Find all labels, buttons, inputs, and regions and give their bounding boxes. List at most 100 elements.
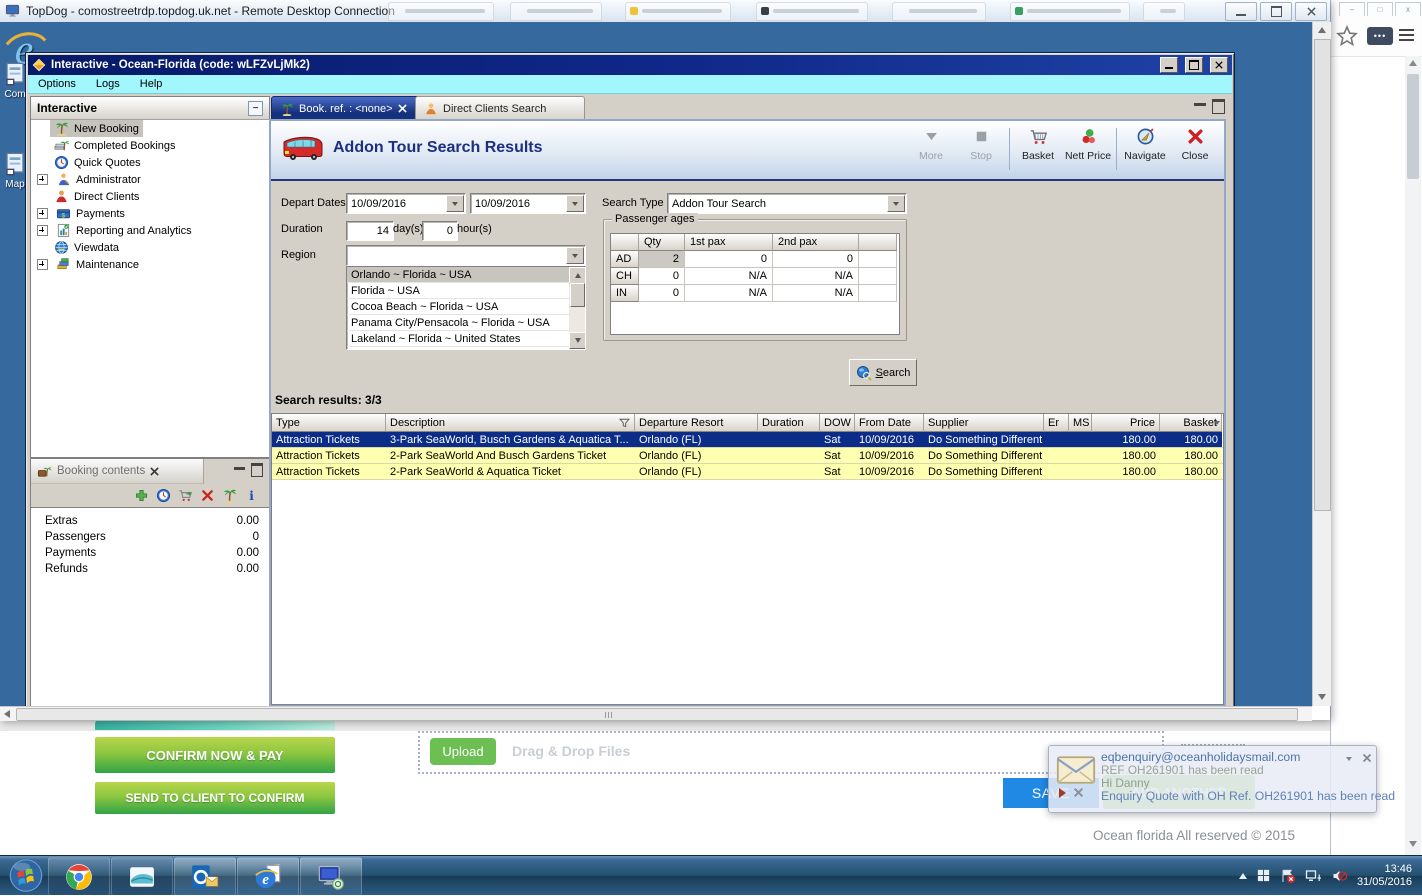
toolbar-navigate-button[interactable]: Navigate bbox=[1120, 127, 1170, 162]
tray-volume-muted-icon[interactable] bbox=[1331, 868, 1348, 884]
booking-contents-row-extras[interactable]: Extras 0.00 bbox=[31, 513, 269, 529]
workspace-maximize-icon[interactable] bbox=[1212, 99, 1225, 114]
bookmark-star-icon[interactable] bbox=[1335, 24, 1359, 48]
panel-minimize-icon[interactable] bbox=[234, 467, 245, 470]
col-dow[interactable]: DOW bbox=[820, 414, 855, 432]
start-button[interactable] bbox=[8, 858, 44, 893]
pax-cell-ad-1[interactable]: 2 bbox=[639, 251, 685, 268]
booking-contents-row-refunds[interactable]: Refunds 0.00 bbox=[31, 561, 269, 577]
sidebar-item-new-booking[interactable]: New Booking bbox=[31, 120, 269, 137]
dropdown-arrow-icon[interactable] bbox=[446, 195, 464, 212]
notification-flag-icon[interactable] bbox=[1059, 788, 1066, 798]
browser-maximize-button[interactable]: □ bbox=[1367, 2, 1393, 17]
expand-plus-icon[interactable] bbox=[37, 259, 48, 270]
tray-windows-icon[interactable] bbox=[1256, 868, 1271, 883]
toolbar-nett-price-button[interactable]: Nett Price bbox=[1063, 127, 1113, 162]
col-er[interactable]: Er bbox=[1044, 414, 1069, 432]
pax-cell-ad-3[interactable]: 0 bbox=[773, 251, 859, 268]
notification-sender[interactable]: eqbenquiry@oceanholidaysmail.com bbox=[1101, 750, 1300, 764]
rdp-maximize-button[interactable] bbox=[1260, 2, 1292, 21]
pax-cell-ch-2[interactable]: N/A bbox=[685, 268, 773, 285]
expand-plus-icon[interactable] bbox=[37, 208, 48, 219]
browser-extensions-icon[interactable]: ••• bbox=[1367, 27, 1393, 45]
quick-quotes-icon[interactable] bbox=[156, 488, 171, 503]
sidebar-item-maintenance[interactable]: Maintenance bbox=[31, 256, 269, 273]
toolbar-close-button[interactable]: Close bbox=[1170, 127, 1220, 162]
result-row-1[interactable]: Attraction Tickets 3-Park SeaWorld, Busch… bbox=[272, 432, 1223, 448]
dropdown-arrow-icon[interactable] bbox=[566, 195, 584, 212]
taskbar-photo-app-icon[interactable] bbox=[111, 857, 173, 896]
upload-button[interactable]: Upload bbox=[430, 738, 496, 765]
taskbar-clock[interactable]: 13:46 31/05/2016 bbox=[1357, 863, 1418, 889]
info-icon[interactable]: i bbox=[244, 488, 259, 503]
taskbar-outlook-icon[interactable] bbox=[174, 857, 236, 896]
region-select[interactable] bbox=[346, 245, 586, 266]
region-option-lakeland-florida-united-states[interactable]: Lakeland ~ Florida ~ United States bbox=[347, 331, 569, 347]
workspace-minimize-icon[interactable] bbox=[1194, 103, 1206, 106]
pax-cell-ad-2[interactable]: 0 bbox=[685, 251, 773, 268]
toolbar-basket-button[interactable]: Basket bbox=[1013, 127, 1063, 162]
depart-date-to-select[interactable]: 10/09/2016 bbox=[470, 193, 586, 214]
tab-direct-clients-search[interactable]: Direct Clients Search bbox=[415, 96, 585, 121]
region-option-panama-city-pensacola-florida-usa[interactable]: Panama City/Pensacola ~ Florida ~ USA bbox=[347, 315, 569, 331]
pax-cell-in-2[interactable]: N/A bbox=[685, 285, 773, 302]
filter-funnel-icon[interactable] bbox=[618, 416, 631, 429]
col-type[interactable]: Type bbox=[272, 414, 386, 432]
taskbar-rdp-icon[interactable] bbox=[300, 857, 362, 896]
scroll-down-icon[interactable] bbox=[569, 332, 585, 349]
scroll-up-icon[interactable] bbox=[1318, 27, 1326, 33]
booking-contents-row-payments[interactable]: Payments 0.00 bbox=[31, 545, 269, 561]
sidebar-item-reporting-and-analytics[interactable]: Reporting and Analytics bbox=[31, 222, 269, 239]
duration-days-input[interactable]: 14 bbox=[346, 221, 394, 241]
tab-book-ref[interactable]: Book. ref. : <none> bbox=[271, 96, 429, 121]
region-option-florida-usa[interactable]: Florida ~ USA bbox=[347, 283, 569, 299]
tray-action-center-icon[interactable] bbox=[1280, 868, 1296, 884]
app-titlebar[interactable]: Interactive - Ocean-Florida (code: wLFZv… bbox=[28, 55, 1232, 75]
booking-contents-tab[interactable]: Booking contents bbox=[31, 459, 204, 484]
col-supplier[interactable]: Supplier bbox=[924, 414, 1044, 432]
result-row-2[interactable]: Attraction Tickets 2-Park SeaWorld And Bu… bbox=[272, 448, 1223, 464]
booking-contents-row-passengers[interactable]: Passengers 0 bbox=[31, 529, 269, 545]
search-button[interactable]: Search bbox=[849, 359, 917, 386]
region-option-cocoa-beach-florida-usa[interactable]: Cocoa Beach ~ Florida ~ USA bbox=[347, 299, 569, 315]
rdp-vscroll-thumb[interactable] bbox=[1314, 39, 1331, 511]
notification-delete-icon[interactable] bbox=[1073, 787, 1084, 798]
menu-logs[interactable]: Logs bbox=[96, 78, 120, 90]
col-from-date[interactable]: From Date bbox=[855, 414, 924, 432]
sidebar-item-viewdata[interactable]: Viewdata bbox=[31, 239, 269, 256]
app-close-button[interactable] bbox=[1210, 57, 1228, 73]
column-chooser-icon[interactable] bbox=[1214, 420, 1220, 425]
scroll-down-icon[interactable] bbox=[1318, 694, 1326, 700]
remove-icon[interactable] bbox=[200, 488, 215, 503]
col-ms[interactable]: MS bbox=[1069, 414, 1092, 432]
rdp-close-button[interactable] bbox=[1295, 2, 1327, 21]
menu-options[interactable]: Options bbox=[38, 78, 76, 90]
tray-network-icon[interactable] bbox=[1305, 868, 1322, 884]
scroll-up-icon[interactable] bbox=[569, 267, 585, 284]
duration-hours-input[interactable]: 0 bbox=[422, 221, 458, 241]
expand-plus-icon[interactable] bbox=[37, 225, 48, 236]
col-duration[interactable]: Duration bbox=[758, 414, 820, 432]
browser-scrollbar-thumb[interactable] bbox=[1407, 74, 1419, 179]
browser-close-button[interactable]: x bbox=[1395, 2, 1421, 17]
region-scrollbar-thumb[interactable] bbox=[570, 283, 585, 307]
region-option-orlando-florida-usa[interactable]: Orlando ~ Florida ~ USA bbox=[347, 267, 569, 283]
pax-cell-in-1[interactable]: 0 bbox=[639, 285, 685, 302]
rdp-minimize-button[interactable] bbox=[1225, 2, 1257, 21]
col-price[interactable]: Price bbox=[1092, 414, 1160, 432]
rdp-titlebar[interactable]: TopDog - comostreetrdp.topdog.uk.net - R… bbox=[0, 0, 1330, 23]
plus-icon[interactable] bbox=[134, 488, 149, 503]
depart-date-from-select[interactable]: 10/09/2016 bbox=[346, 193, 466, 214]
sidebar-item-administrator[interactable]: Administrator bbox=[31, 171, 269, 188]
taskbar-chrome-icon[interactable] bbox=[48, 857, 110, 896]
scroll-up-icon[interactable] bbox=[1409, 60, 1417, 66]
browser-minimize-button[interactable]: – bbox=[1339, 2, 1365, 17]
menu-help[interactable]: Help bbox=[140, 78, 163, 90]
col-description[interactable]: Description bbox=[386, 414, 635, 432]
scroll-left-icon[interactable] bbox=[4, 710, 10, 718]
col-departure-resort[interactable]: Departure Resort bbox=[635, 414, 758, 432]
sidebar-item-payments[interactable]: $ Payments bbox=[31, 205, 269, 222]
expand-plus-icon[interactable] bbox=[37, 174, 48, 185]
dropdown-arrow-icon[interactable] bbox=[566, 247, 584, 264]
browser-menu-icon[interactable] bbox=[1399, 29, 1414, 44]
